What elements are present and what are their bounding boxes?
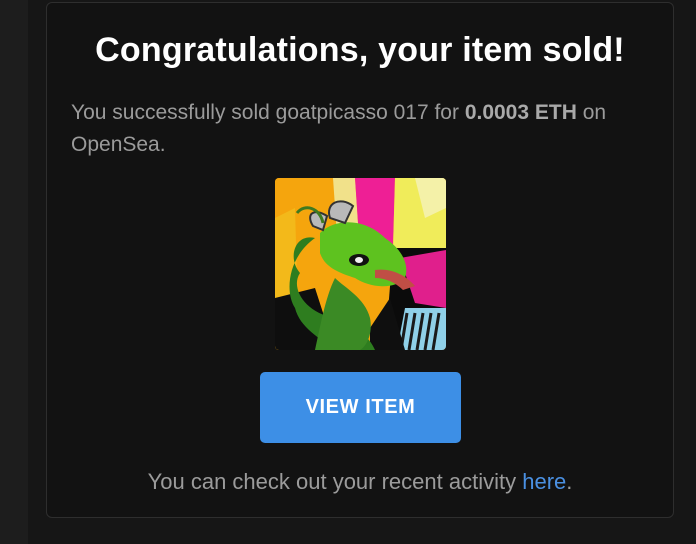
notification-title: Congratulations, your item sold! xyxy=(95,31,625,69)
message-prefix: You successfully sold xyxy=(71,101,276,124)
recent-activity-footer: You can check out your recent activity h… xyxy=(47,469,673,495)
recent-activity-link[interactable]: here xyxy=(522,469,566,494)
sale-notification-card: Congratulations, your item sold! You suc… xyxy=(46,2,674,518)
footer-text: You can check out your recent activity xyxy=(147,469,523,494)
sale-message: You successfully sold goatpicasso 017 fo… xyxy=(71,97,661,161)
message-middle: for xyxy=(428,101,465,124)
sale-price: 0.0003 ETH xyxy=(464,101,577,124)
goat-artwork-image xyxy=(275,178,446,350)
item-image[interactable] xyxy=(275,178,446,350)
left-sidebar-rail xyxy=(0,0,28,544)
footer-period: . xyxy=(566,469,573,494)
view-item-button[interactable]: VIEW ITEM xyxy=(260,372,461,443)
item-name: goatpicasso 017 xyxy=(275,101,429,124)
